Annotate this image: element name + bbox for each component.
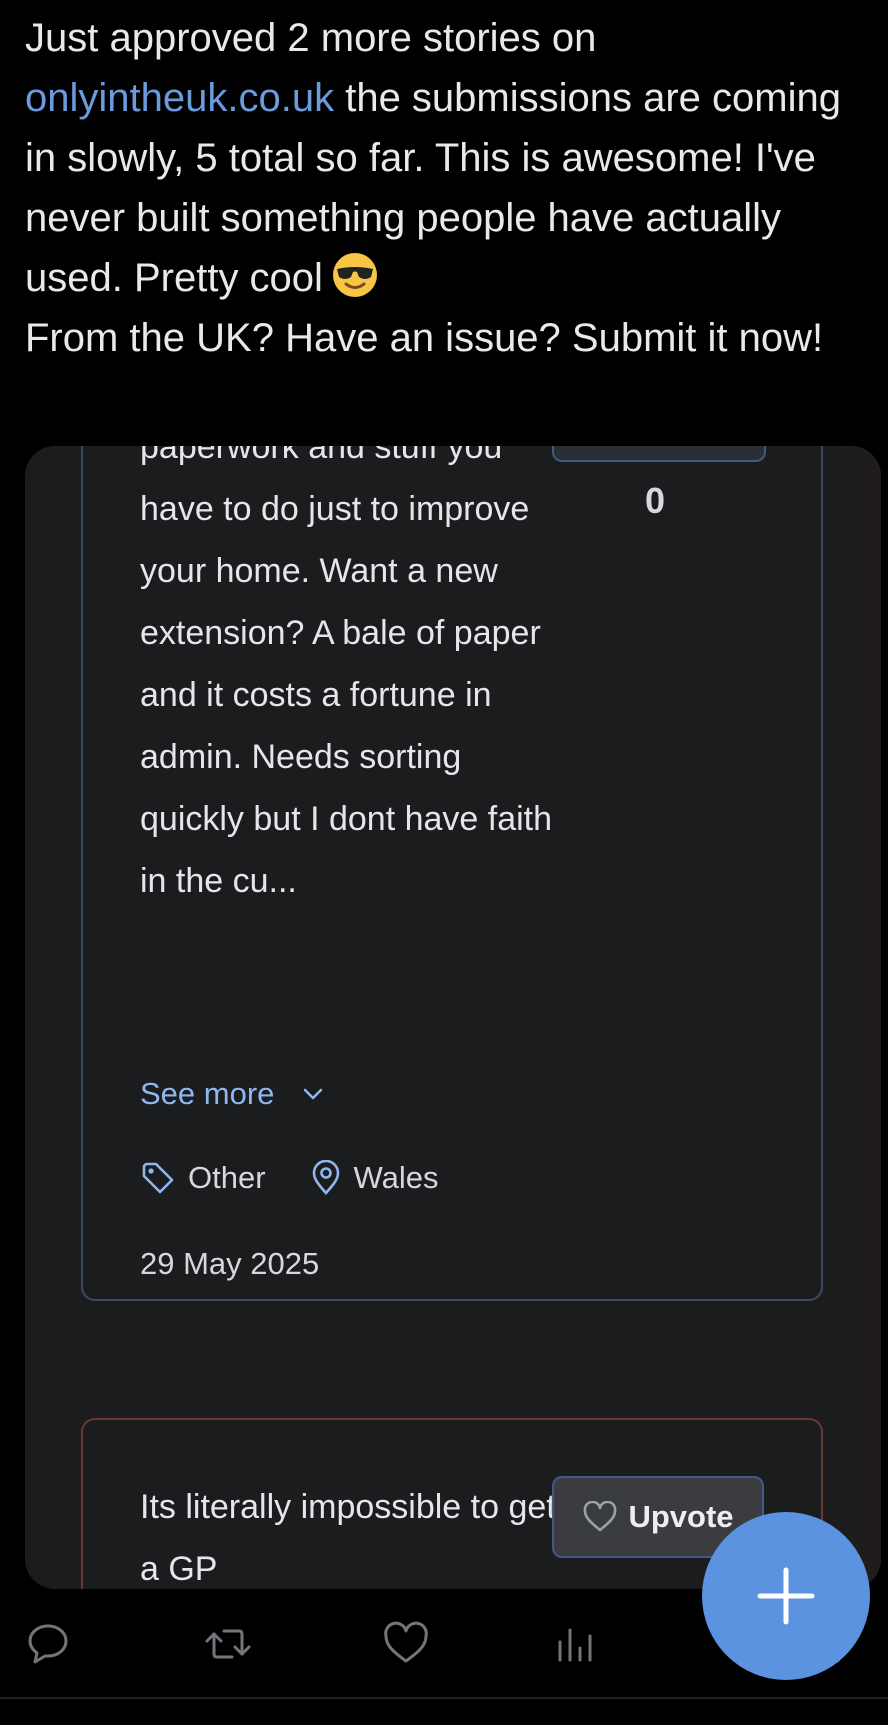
category-label: Other — [188, 1160, 266, 1195]
plus-icon — [757, 1567, 815, 1625]
story-excerpt-2: Its literally impossible to get a GP — [140, 1488, 556, 1588]
see-more-label: See more — [140, 1076, 275, 1111]
tweet-text: Just approved 2 more stories on onlyinth… — [25, 8, 870, 368]
reply-icon[interactable] — [24, 1620, 72, 1668]
story-date: 29 May 2025 — [140, 1246, 320, 1281]
location-pin-icon — [312, 1160, 339, 1195]
location-tag: Wales — [310, 1160, 439, 1196]
views-icon[interactable] — [552, 1620, 600, 1668]
vote-count: 0 — [645, 480, 666, 521]
attached-screenshot[interactable]: paperwork and stuff you have to do just … — [25, 446, 881, 1589]
location-label: Wales — [353, 1160, 439, 1195]
story-tags: Other Wales — [140, 1160, 483, 1196]
tweet-text-intro: Just approved 2 more stories on — [25, 16, 597, 60]
chevron-down-icon — [304, 1088, 323, 1100]
retweet-icon[interactable] — [204, 1620, 252, 1668]
tweet-link[interactable]: onlyintheuk.co.uk — [25, 76, 334, 120]
sunglasses-emoji-icon — [332, 253, 377, 297]
like-icon[interactable] — [382, 1620, 430, 1668]
upvote-button-partial[interactable] — [552, 446, 766, 462]
upvote-label: Upvote — [628, 1499, 734, 1534]
divider — [0, 1697, 888, 1699]
compose-button[interactable] — [702, 1512, 870, 1680]
category-tag: Other — [140, 1160, 266, 1196]
story-excerpt: paperwork and stuff you have to do just … — [140, 446, 553, 900]
see-more-link[interactable]: See more — [140, 1076, 324, 1112]
tweet-call-to-action: From the UK? Have an issue? Submit it no… — [25, 316, 824, 360]
heart-icon — [584, 1501, 617, 1532]
tag-icon — [142, 1162, 174, 1194]
